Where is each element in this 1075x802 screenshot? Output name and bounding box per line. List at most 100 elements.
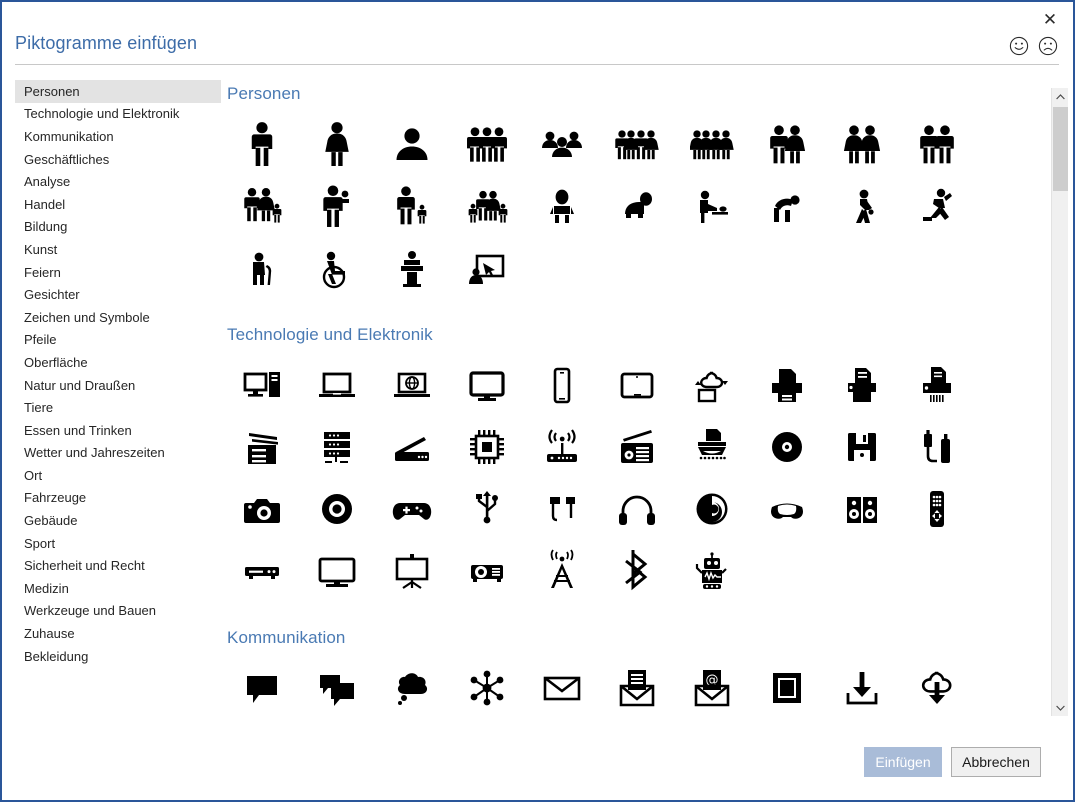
floppy-disk-icon[interactable] (824, 416, 899, 478)
three-men-group-icon[interactable] (449, 113, 524, 175)
couple-two-men-icon[interactable] (899, 113, 974, 175)
sidebar-item-natur-und-drau-en[interactable]: Natur und Draußen (15, 374, 221, 397)
send-up-icon[interactable] (824, 719, 899, 721)
smartphone-icon[interactable] (524, 354, 599, 416)
family-four-icon[interactable] (449, 175, 524, 237)
couple-man-woman-icon[interactable] (749, 113, 824, 175)
sidebar-item-tiere[interactable]: Tiere (15, 396, 221, 419)
tablet-icon[interactable] (599, 354, 674, 416)
paper-plane-icon[interactable] (299, 719, 374, 721)
tv-screen-icon[interactable] (299, 540, 374, 602)
chain-link-icon[interactable] (224, 719, 299, 721)
sidebar-item-geb-ude[interactable]: Gebäude (15, 509, 221, 532)
bluetooth-icon[interactable] (599, 540, 674, 602)
printer-document-icon[interactable] (824, 354, 899, 416)
sidebar-item-kommunikation[interactable]: Kommunikation (15, 125, 221, 148)
smiley-sad-icon[interactable] (1037, 35, 1059, 57)
webcam-icon[interactable] (299, 478, 374, 540)
scroll-down-icon[interactable] (1052, 699, 1068, 716)
headphones-icon[interactable] (599, 478, 674, 540)
sidebar-item-handel[interactable]: Handel (15, 193, 221, 216)
cancel-button[interactable]: Abbrechen (951, 747, 1041, 777)
usb-cable-icon[interactable] (899, 416, 974, 478)
network-share-icon[interactable] (449, 657, 524, 719)
radio-icon[interactable] (599, 416, 674, 478)
four-women-group-icon[interactable] (674, 113, 749, 175)
compact-disc-icon[interactable] (749, 416, 824, 478)
forward-arrow-icon[interactable] (374, 719, 449, 721)
printer-page-icon[interactable] (749, 354, 824, 416)
radio-tower-icon[interactable] (524, 540, 599, 602)
postage-stamp-icon[interactable] (749, 657, 824, 719)
mail-open-icon[interactable] (899, 719, 974, 721)
elderly-with-cane-icon[interactable] (224, 237, 299, 299)
sidebar-item-bildung[interactable]: Bildung (15, 216, 221, 239)
sidebar-item-oberfl-che[interactable]: Oberfläche (15, 351, 221, 374)
satellite-dish-icon[interactable] (599, 719, 674, 721)
chat-bubble-icon[interactable] (224, 657, 299, 719)
sidebar-item-essen-und-trinken[interactable]: Essen und Trinken (15, 419, 221, 442)
close-icon[interactable]: ✕ (1037, 6, 1063, 32)
chat-bubbles-two-icon[interactable] (299, 657, 374, 719)
person-standing-male-icon[interactable] (224, 113, 299, 175)
sidebar-item-sport[interactable]: Sport (15, 532, 221, 555)
stereo-speakers-icon[interactable] (824, 478, 899, 540)
four-people-mixed-icon[interactable] (599, 113, 674, 175)
person-bending-icon[interactable] (749, 175, 824, 237)
sidebar-item-sicherheit-und-recht[interactable]: Sicherheit und Recht (15, 554, 221, 577)
copier-icon[interactable] (224, 416, 299, 478)
scroll-up-icon[interactable] (1052, 88, 1068, 105)
phone-receiver-icon[interactable] (749, 719, 824, 721)
person-running-icon[interactable] (899, 175, 974, 237)
gamepad-icon[interactable] (374, 478, 449, 540)
scanner-icon[interactable] (374, 416, 449, 478)
person-standing-female-icon[interactable] (299, 113, 374, 175)
scrollbar-thumb[interactable] (1053, 107, 1068, 191)
sidebar-item-wetter-und-jahreszeiten[interactable]: Wetter und Jahreszeiten (15, 442, 221, 465)
envelope-letter-icon[interactable] (599, 657, 674, 719)
video-projector-icon[interactable] (449, 540, 524, 602)
sidebar-item-kunst[interactable]: Kunst (15, 238, 221, 261)
sidebar-item-gesichter[interactable]: Gesichter (15, 283, 221, 306)
person-walking-icon[interactable] (824, 175, 899, 237)
remote-control-icon[interactable] (899, 478, 974, 540)
inbox-download-icon[interactable] (824, 657, 899, 719)
envelope-icon[interactable] (524, 657, 599, 719)
projector-screen-icon[interactable] (374, 540, 449, 602)
sidebar-item-technologie-und-elektronik[interactable]: Technologie und Elektronik (15, 103, 221, 126)
people-crowd-icon[interactable] (524, 113, 599, 175)
monitor-icon[interactable] (449, 354, 524, 416)
wheelchair-user-icon[interactable] (299, 237, 374, 299)
sidebar-item-fahrzeuge[interactable]: Fahrzeuge (15, 487, 221, 510)
smiley-happy-icon[interactable] (1008, 35, 1030, 57)
presentation-person-icon[interactable] (449, 237, 524, 299)
baby-crawling-icon[interactable] (599, 175, 674, 237)
category-sidebar[interactable]: Personen Technologie und Elektronik Kommun… (15, 80, 221, 710)
gallery-scrollbar[interactable] (1051, 88, 1068, 716)
sidebar-item-zeichen-und-symbole[interactable]: Zeichen und Symbole (15, 306, 221, 329)
changing-table-icon[interactable] (674, 175, 749, 237)
av-receiver-icon[interactable] (224, 540, 299, 602)
couple-two-women-icon[interactable] (824, 113, 899, 175)
sidebar-item-medizin[interactable]: Medizin (15, 577, 221, 600)
laptop-globe-icon[interactable] (374, 354, 449, 416)
cloud-download-icon[interactable] (899, 657, 974, 719)
vinyl-record-icon[interactable] (674, 478, 749, 540)
speaker-podium-icon[interactable] (374, 237, 449, 299)
server-rack-icon[interactable] (299, 416, 374, 478)
sidebar-item-personen[interactable]: Personen (15, 80, 221, 103)
icon-gallery[interactable]: Personen Technologie und Elektronik Kommun… (222, 80, 1052, 721)
baby-standing-icon[interactable] (524, 175, 599, 237)
robot-icon[interactable] (674, 540, 749, 602)
microchip-icon[interactable] (449, 416, 524, 478)
laptop-icon[interactable] (299, 354, 374, 416)
vr-headset-icon[interactable] (749, 478, 824, 540)
earbuds-icon[interactable] (524, 478, 599, 540)
typewriter-icon[interactable] (674, 416, 749, 478)
printer-shredder-icon[interactable] (899, 354, 974, 416)
envelope-at-icon[interactable]: @ (674, 657, 749, 719)
pen-nib-icon[interactable] (449, 719, 524, 721)
sidebar-item-pfeile[interactable]: Pfeile (15, 329, 221, 352)
family-parents-child-icon[interactable] (224, 175, 299, 237)
cloud-sync-computer-icon[interactable] (674, 354, 749, 416)
